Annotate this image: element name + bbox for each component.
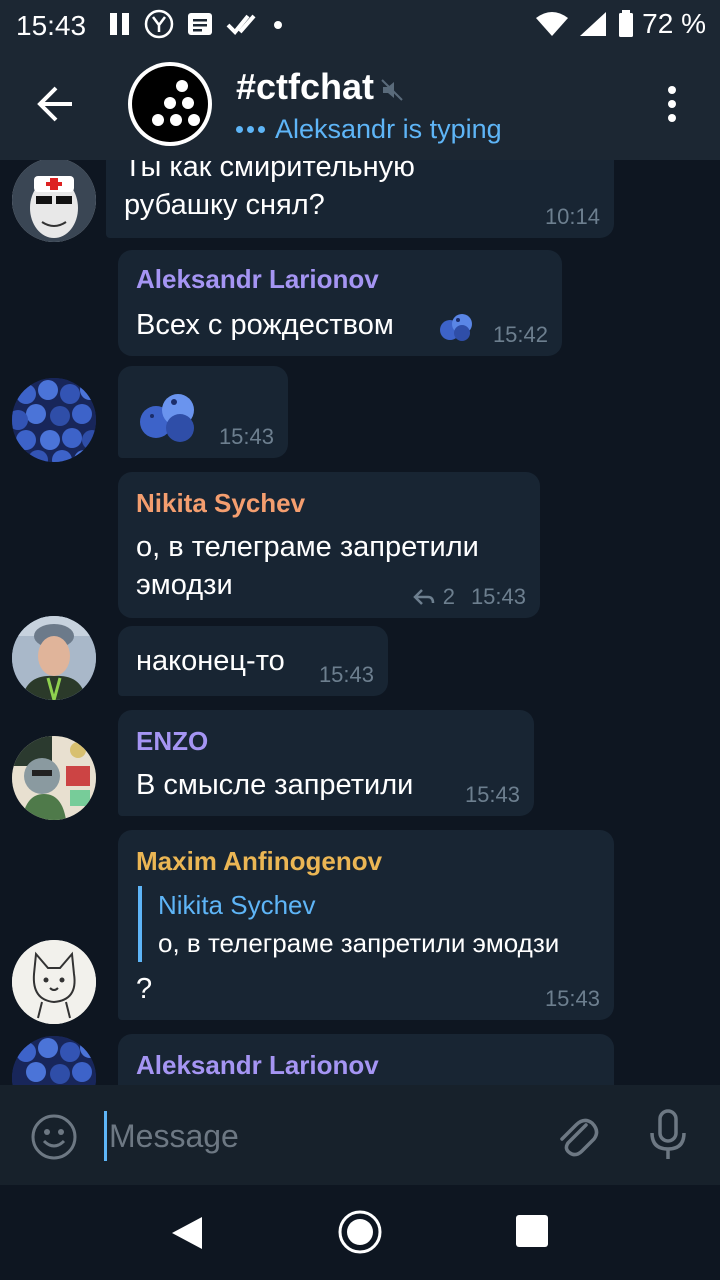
message-time: 15:43 bbox=[470, 584, 526, 609]
avatar-dot bbox=[170, 114, 182, 126]
emoji-icon[interactable] bbox=[30, 1113, 78, 1161]
message-composer bbox=[0, 1085, 720, 1185]
battery-percent: 72 % bbox=[642, 8, 706, 39]
status-system-icons: 72 % bbox=[534, 8, 706, 40]
nav-back-icon[interactable] bbox=[170, 1215, 204, 1251]
paperclip-icon[interactable] bbox=[552, 1111, 600, 1159]
chat-title[interactable]: #ctfchat bbox=[236, 66, 374, 108]
message-text: Ты как смирительную bbox=[124, 160, 415, 183]
blueberries-avatar-icon bbox=[12, 378, 96, 462]
message-text: наконец-то bbox=[136, 645, 285, 677]
blueberries-sticker-icon bbox=[140, 394, 194, 442]
avatar-dot bbox=[176, 80, 188, 92]
status-notification-icons bbox=[108, 8, 284, 40]
signal-icon bbox=[580, 12, 607, 36]
message-bubble[interactable]: Aleksandr Larionov bbox=[118, 1034, 614, 1085]
pause-icon bbox=[110, 13, 129, 35]
masked-figure-avatar-icon bbox=[12, 736, 96, 820]
chat-avatar[interactable] bbox=[128, 62, 212, 146]
reply-count[interactable]: 2 bbox=[443, 584, 455, 610]
message-text: ? bbox=[136, 973, 153, 1005]
chat-header: #ctfchat Aleksandr is typing bbox=[0, 48, 720, 160]
message-text: о, в телеграме запретили bbox=[136, 531, 479, 563]
status-bar: 15:43 72 % bbox=[0, 0, 720, 48]
message-time: 15:43 bbox=[464, 782, 520, 807]
nav-home-icon[interactable] bbox=[337, 1209, 383, 1255]
avatar[interactable] bbox=[12, 736, 96, 820]
cat-drawing-avatar-icon bbox=[12, 940, 96, 1024]
message-bubble[interactable]: 15:43 bbox=[118, 366, 288, 458]
message-bubble[interactable]: Aleksandr Larionov Всех с рождеством 15:… bbox=[118, 250, 562, 356]
message-bubble[interactable]: Maxim Anfinogenov Nikita Sychev о, в тел… bbox=[118, 830, 614, 1020]
message-bubble[interactable]: Ты как смирительную рубашку снял? 10:14 bbox=[106, 160, 614, 238]
reply-quote[interactable]: Nikita Sychev о, в телеграме запретили э… bbox=[138, 886, 602, 962]
doctor-avatar-icon bbox=[12, 160, 96, 242]
sender-name[interactable]: Nikita Sychev bbox=[136, 488, 305, 519]
avatar[interactable] bbox=[12, 940, 96, 1024]
system-navigation-bar bbox=[0, 1185, 720, 1280]
message-time: 15:43 bbox=[218, 424, 274, 449]
message-bubble[interactable]: Nikita Sychev о, в телеграме запретили э… bbox=[118, 472, 540, 618]
message-text: рубашку снял? bbox=[124, 189, 325, 221]
double-check-icon bbox=[226, 14, 256, 35]
news-icon bbox=[188, 13, 212, 35]
message-text: Всех с рождеством bbox=[136, 309, 394, 341]
avatar[interactable] bbox=[12, 160, 96, 242]
battery-icon bbox=[619, 10, 634, 37]
muted-icon bbox=[381, 79, 403, 101]
microphone-icon[interactable] bbox=[648, 1109, 688, 1161]
nav-recents-icon[interactable] bbox=[516, 1215, 548, 1247]
message-bubble[interactable]: ENZO В смысле запретили 15:43 bbox=[118, 710, 534, 816]
message-time: 10:14 bbox=[544, 204, 600, 229]
blueberries-avatar-icon bbox=[12, 1036, 96, 1085]
reply-arrow-icon[interactable] bbox=[412, 587, 435, 607]
typing-indicator: Aleksandr is typing bbox=[236, 114, 502, 145]
message-input[interactable] bbox=[104, 1111, 529, 1161]
sender-name[interactable]: Aleksandr Larionov bbox=[136, 264, 379, 295]
message-time: 15:42 bbox=[492, 322, 548, 347]
quote-text: о, в телеграме запретили эмодзи bbox=[158, 928, 560, 958]
dot-icon bbox=[274, 21, 282, 29]
avatar-dot bbox=[182, 97, 194, 109]
back-arrow-icon[interactable] bbox=[28, 84, 84, 124]
yandex-icon bbox=[144, 9, 174, 39]
sender-name[interactable]: ENZO bbox=[136, 726, 208, 757]
avatar[interactable] bbox=[12, 616, 96, 700]
avatar-dot bbox=[164, 97, 176, 109]
avatar-dot bbox=[188, 114, 200, 126]
message-meta: 2 15:43 bbox=[412, 584, 526, 610]
avatar-dot bbox=[152, 114, 164, 126]
person-avatar-icon bbox=[12, 616, 96, 700]
blueberries-icon bbox=[440, 314, 472, 341]
more-menu-icon[interactable] bbox=[660, 84, 684, 124]
message-time: 15:43 bbox=[544, 986, 600, 1011]
quote-sender: Nikita Sychev bbox=[158, 890, 316, 920]
typing-dots-icon bbox=[236, 126, 265, 133]
message-text: эмодзи bbox=[136, 569, 233, 601]
typing-text: Aleksandr is typing bbox=[275, 114, 502, 144]
message-text: В смысле запретили bbox=[136, 769, 414, 801]
sender-name[interactable]: Maxim Anfinogenov bbox=[136, 846, 382, 877]
status-time: 15:43 bbox=[16, 10, 87, 41]
wifi-icon bbox=[536, 12, 569, 36]
sender-name[interactable]: Aleksandr Larionov bbox=[136, 1050, 379, 1081]
avatar[interactable] bbox=[12, 378, 96, 462]
message-time: 15:43 bbox=[318, 662, 374, 687]
message-list[interactable]: Ты как смирительную рубашку снял? 10:14 … bbox=[0, 160, 720, 1085]
message-bubble[interactable]: наконец-то 15:43 bbox=[118, 626, 388, 696]
avatar[interactable] bbox=[12, 1036, 96, 1085]
